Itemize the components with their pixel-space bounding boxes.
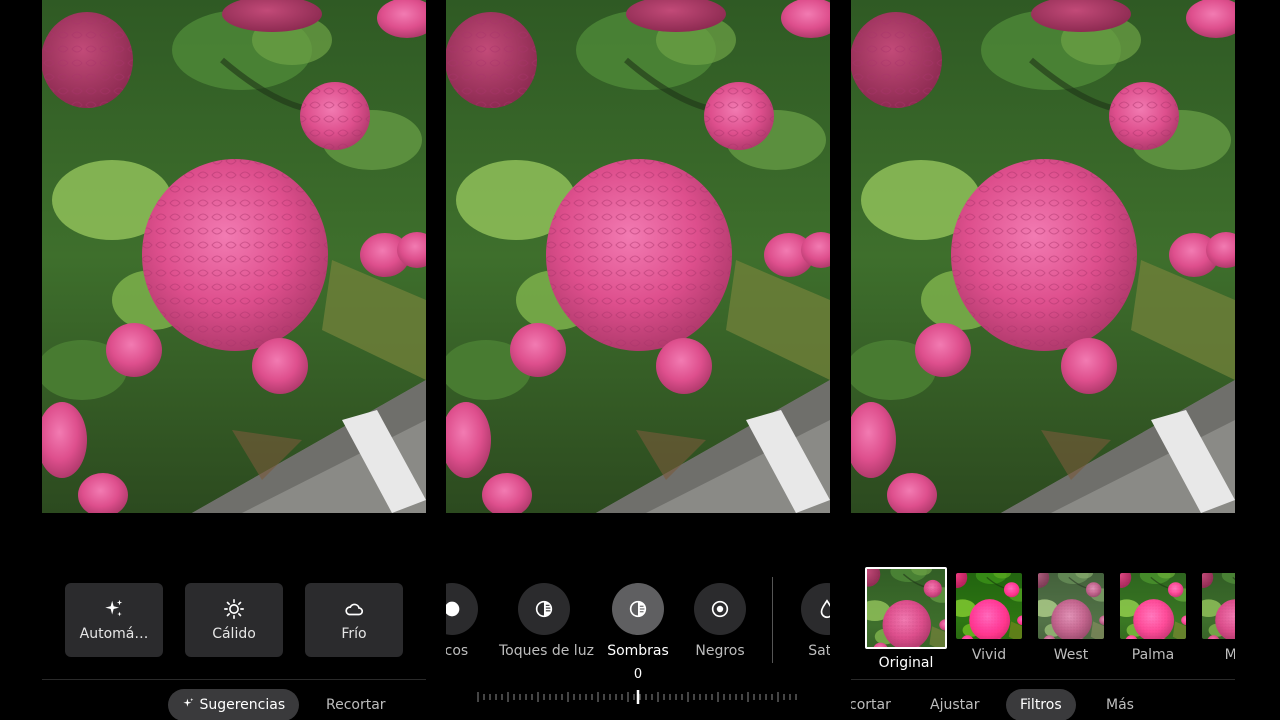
suggestion-label: Frío	[341, 626, 367, 642]
tab-crop[interactable]: Recortar	[326, 689, 386, 720]
sparkle-icon	[105, 599, 123, 617]
editor-panel-adjust: ncos Toques de luz Sombras	[446, 0, 830, 720]
filter-label: Me	[1224, 647, 1235, 663]
adjust-whites[interactable]: ncos	[446, 583, 497, 659]
tab-label: Sugerencias	[199, 697, 286, 713]
filter-thumbnail	[1202, 573, 1235, 639]
tab-more[interactable]: Más	[1106, 689, 1134, 720]
photo-preview	[446, 0, 830, 513]
shadows-icon	[629, 600, 647, 618]
filter-thumbnail	[865, 567, 947, 649]
filter-thumbnail	[956, 573, 1022, 639]
filter-label: Palma	[1131, 647, 1175, 663]
adjust-button[interactable]	[612, 583, 664, 635]
thumbnail-image	[867, 569, 945, 647]
filter-thumbnail	[1120, 573, 1186, 639]
tab-adjust[interactable]: Ajustar	[930, 689, 979, 720]
slider-value: 0	[633, 667, 643, 682]
suggestion-warm-button[interactable]: Cálido	[185, 583, 283, 657]
photo-preview	[851, 0, 1235, 513]
tab-label: Más	[1106, 697, 1134, 713]
sparkle-icon	[183, 698, 194, 707]
target-icon	[711, 600, 729, 618]
adjust-label: ncos	[446, 643, 469, 659]
adjust-blacks[interactable]: Negros	[675, 583, 765, 659]
filter-vivid[interactable]: Vivid	[948, 567, 1030, 663]
adjust-button[interactable]	[446, 583, 478, 635]
tab-crop[interactable]: cortar	[851, 689, 891, 720]
highlights-icon	[535, 600, 553, 618]
editor-tabs: cortar Ajustar Filtros Más	[851, 689, 1235, 720]
filter-palma[interactable]: Palma	[1112, 567, 1194, 663]
filter-label: Vivid	[971, 647, 1007, 663]
adjust-slider[interactable]	[476, 690, 800, 704]
thumbnail-image	[1120, 573, 1186, 639]
tab-suggestions[interactable]: Sugerencias	[168, 689, 300, 720]
adjust-label: Sombras	[607, 643, 669, 659]
tab-label: cortar	[851, 697, 891, 713]
suggestion-cool-button[interactable]: Frío	[305, 583, 403, 657]
half-circle-icon	[446, 601, 460, 617]
divider	[42, 679, 426, 680]
adjust-button[interactable]	[694, 583, 746, 635]
adjust-label: Negros	[695, 643, 745, 659]
tab-label: Recortar	[326, 697, 386, 713]
cloud-icon	[345, 603, 363, 616]
adjust-highlights[interactable]: Toques de luz	[499, 583, 594, 659]
tab-label: Filtros	[1020, 697, 1062, 713]
editor-panel-filters: Original Vivid West Palma Me cortar Ajus…	[851, 0, 1235, 720]
editor-tabs: Sugerencias Recortar	[42, 689, 426, 720]
filter-west[interactable]: West	[1030, 567, 1112, 663]
thumbnail-image	[1038, 573, 1104, 639]
thumbnail-image	[1202, 573, 1235, 639]
adjust-saturation[interactable]: Satur	[782, 583, 830, 659]
suggestion-label: Cálido	[212, 626, 256, 642]
filter-more[interactable]: Me	[1194, 567, 1235, 663]
photo-preview	[42, 0, 426, 513]
adjust-button[interactable]	[518, 583, 570, 635]
tab-filters[interactable]: Filtros	[1006, 689, 1076, 720]
adjust-label: Satur	[808, 643, 830, 659]
filter-thumbnail	[1038, 573, 1104, 639]
filter-original[interactable]: Original	[865, 567, 947, 671]
thumbnail-image	[956, 573, 1022, 639]
sun-icon	[224, 599, 244, 619]
suggestion-label: Automá…	[79, 626, 149, 642]
filter-label: Original	[878, 655, 934, 671]
saturation-icon	[820, 599, 830, 618]
divider	[851, 679, 1235, 680]
tab-label: Ajustar	[930, 697, 980, 713]
suggestion-auto-button[interactable]: Automá…	[65, 583, 163, 657]
separator	[772, 577, 773, 663]
adjust-button[interactable]	[801, 583, 830, 635]
adjust-label: Toques de luz	[499, 643, 594, 659]
adjust-shadows[interactable]: Sombras	[593, 583, 683, 659]
filter-label: West	[1053, 647, 1089, 663]
editor-panel-suggestions: Automá… Cálido Frío Sugerencias Recortar	[42, 0, 426, 720]
